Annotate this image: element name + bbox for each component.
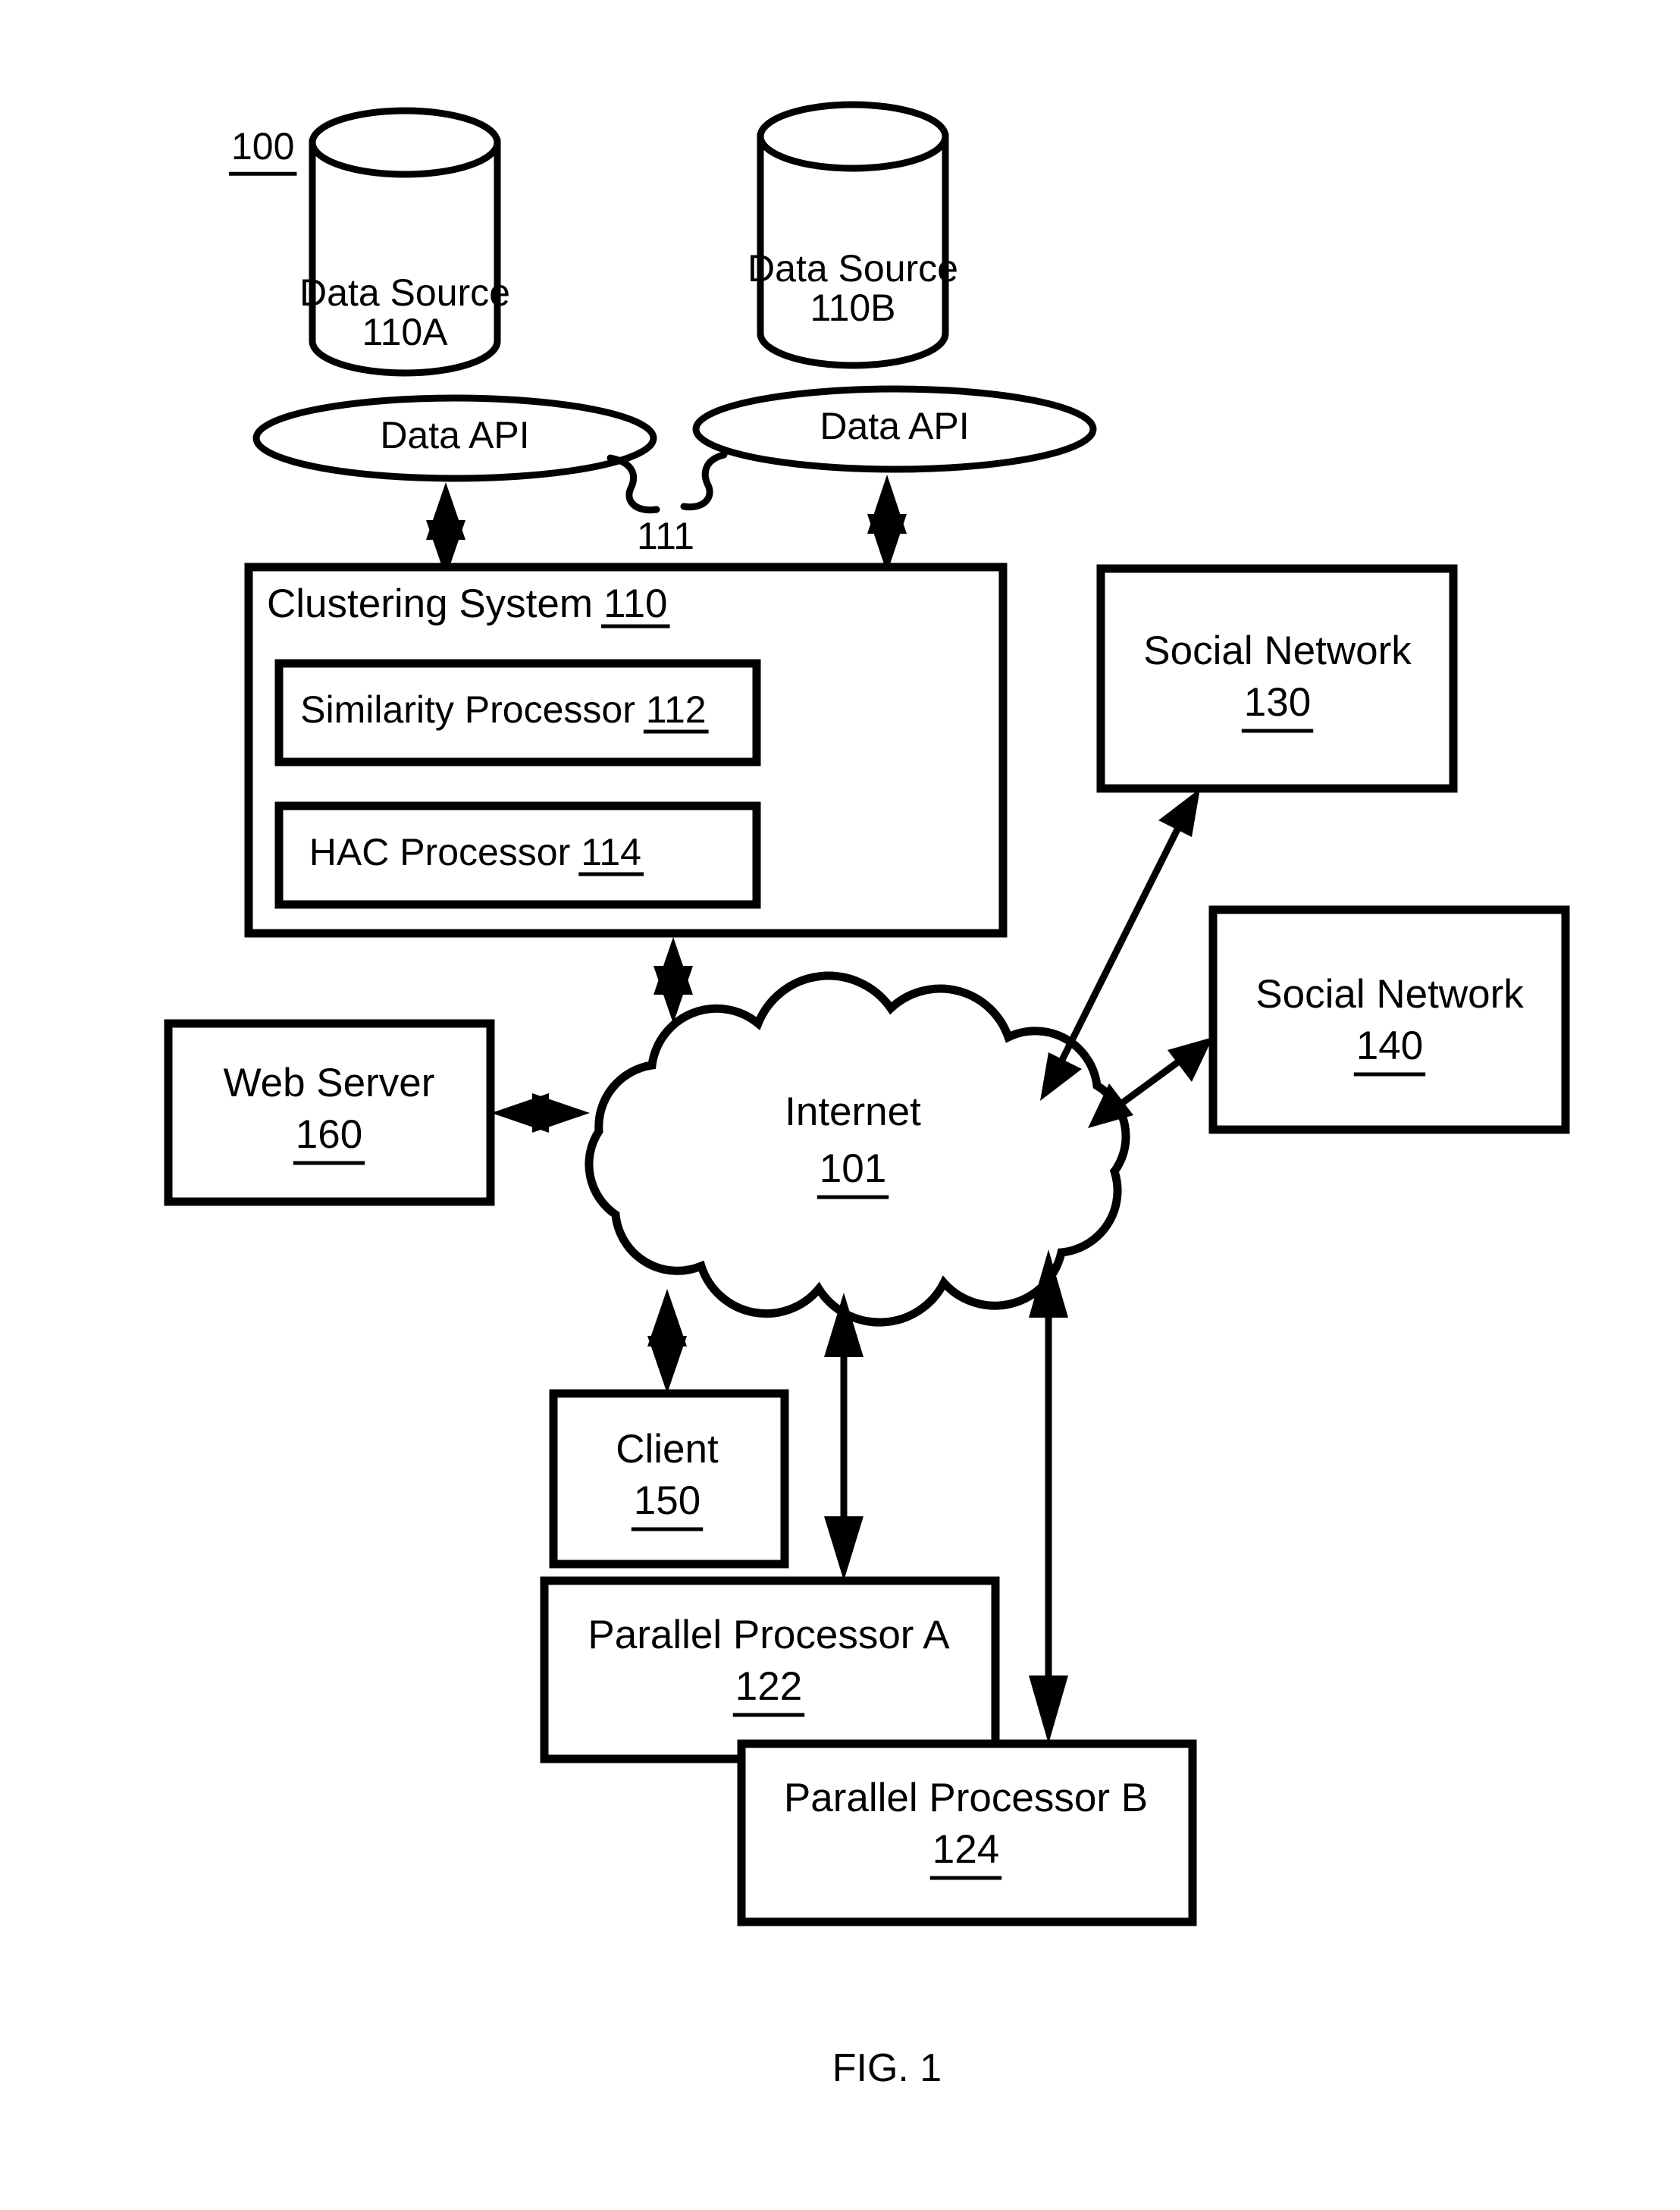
social-network-130-box[interactable]: Social Network 130 bbox=[1096, 564, 1458, 793]
internet-ref: 101 bbox=[820, 1146, 886, 1191]
figure-number: 100 bbox=[229, 125, 297, 176]
figure-caption: FIG. 1 bbox=[832, 2046, 942, 2090]
arrow-head-down bbox=[824, 1516, 864, 1581]
arrow-clustering-to-internet bbox=[654, 937, 693, 1023]
arrow-head-down bbox=[1029, 1676, 1068, 1744]
hac-processor-ref: 114 bbox=[581, 831, 641, 873]
data-source-110a[interactable]: Data Source 110A bbox=[299, 107, 510, 377]
data-api-b[interactable]: Data API bbox=[692, 385, 1097, 473]
social-network-140-ref: 140 bbox=[1356, 1023, 1423, 1068]
arrow-internet-to-parallel-processor-a bbox=[824, 1293, 864, 1581]
data-source-110b[interactable]: Data Source 110B bbox=[748, 101, 958, 369]
hac-processor-box[interactable]: HAC Processor 114 bbox=[274, 801, 761, 909]
arrow-head-upper bbox=[1158, 788, 1200, 837]
arrow-shaft bbox=[1058, 824, 1183, 1064]
social-network-130-line1: Social Network bbox=[1143, 629, 1412, 673]
figure-number-text: 100 bbox=[231, 125, 294, 168]
similarity-processor-box[interactable]: Similarity Processor 112 bbox=[274, 659, 761, 766]
data-api-b-label: Data API bbox=[820, 405, 969, 447]
hac-processor-title: HAC Processor bbox=[309, 831, 571, 873]
leader-line-right bbox=[680, 451, 728, 511]
patent-figure-canvas: 100 Data Source 110A Data Source 110B Da… bbox=[0, 0, 1680, 2210]
arrow-clustering-to-data-api-b bbox=[867, 475, 907, 573]
arrow-internet-to-parallel-processor-b bbox=[1029, 1249, 1068, 1744]
arrow-internet-to-social-network-140 bbox=[1088, 1037, 1213, 1128]
arrow-shaft bbox=[1120, 1058, 1181, 1106]
arrow-web-server-to-internet bbox=[491, 1093, 590, 1133]
web-server-ref: 160 bbox=[296, 1112, 362, 1157]
data-source-110a-line2: 110A bbox=[362, 311, 448, 353]
parallel-processor-a-ref: 122 bbox=[735, 1664, 802, 1709]
social-network-130-rect bbox=[1096, 564, 1458, 793]
parallel-processor-b-line1: Parallel Processor B bbox=[784, 1776, 1148, 1820]
parallel-processor-a-box[interactable]: Parallel Processor A 122 bbox=[540, 1576, 1000, 1763]
client-line1: Client bbox=[616, 1427, 719, 1472]
similarity-processor-ref: 112 bbox=[646, 688, 707, 731]
social-network-140-rect bbox=[1208, 905, 1570, 1134]
arrow-head-right bbox=[1168, 1037, 1213, 1082]
figure-drawing: 100 Data Source 110A Data Source 110B Da… bbox=[164, 101, 1570, 2090]
social-network-140-box[interactable]: Social Network 140 bbox=[1208, 905, 1570, 1134]
parallel-processor-b-ref: 124 bbox=[932, 1827, 999, 1872]
client-ref: 150 bbox=[634, 1478, 701, 1523]
similarity-processor-title: Similarity Processor bbox=[300, 688, 635, 731]
leader-line-left bbox=[606, 454, 660, 514]
social-network-140-line1: Social Network bbox=[1255, 972, 1524, 1017]
web-server-box[interactable]: Web Server 160 bbox=[164, 1019, 495, 1206]
internet-line1: Internet bbox=[785, 1089, 921, 1134]
data-source-110a-line1: Data Source bbox=[299, 271, 510, 314]
clustering-system-title: Clustering System bbox=[267, 581, 593, 626]
arrow-head-down bbox=[647, 1336, 687, 1393]
data-source-110b-line1: Data Source bbox=[748, 247, 958, 290]
parallel-processor-a-line1: Parallel Processor A bbox=[588, 1613, 950, 1657]
parallel-processor-b-box[interactable]: Parallel Processor B 124 bbox=[737, 1739, 1197, 1926]
data-source-110b-top bbox=[757, 101, 949, 172]
data-source-110a-top bbox=[309, 107, 501, 178]
data-api-a[interactable]: Data API bbox=[252, 394, 657, 482]
data-source-110b-line2: 110B bbox=[810, 287, 895, 329]
clustering-system-ref: 110 bbox=[603, 581, 668, 626]
arrow-head-right bbox=[532, 1093, 590, 1133]
web-server-line1: Web Server bbox=[224, 1061, 435, 1105]
connector-ref-111: 111 bbox=[606, 451, 728, 557]
social-network-130-ref: 130 bbox=[1244, 680, 1311, 725]
client-box[interactable]: Client 150 bbox=[549, 1389, 789, 1569]
data-api-a-label: Data API bbox=[380, 414, 529, 456]
connector-ref-111-text: 111 bbox=[637, 515, 694, 557]
arrow-internet-to-client bbox=[647, 1289, 687, 1393]
